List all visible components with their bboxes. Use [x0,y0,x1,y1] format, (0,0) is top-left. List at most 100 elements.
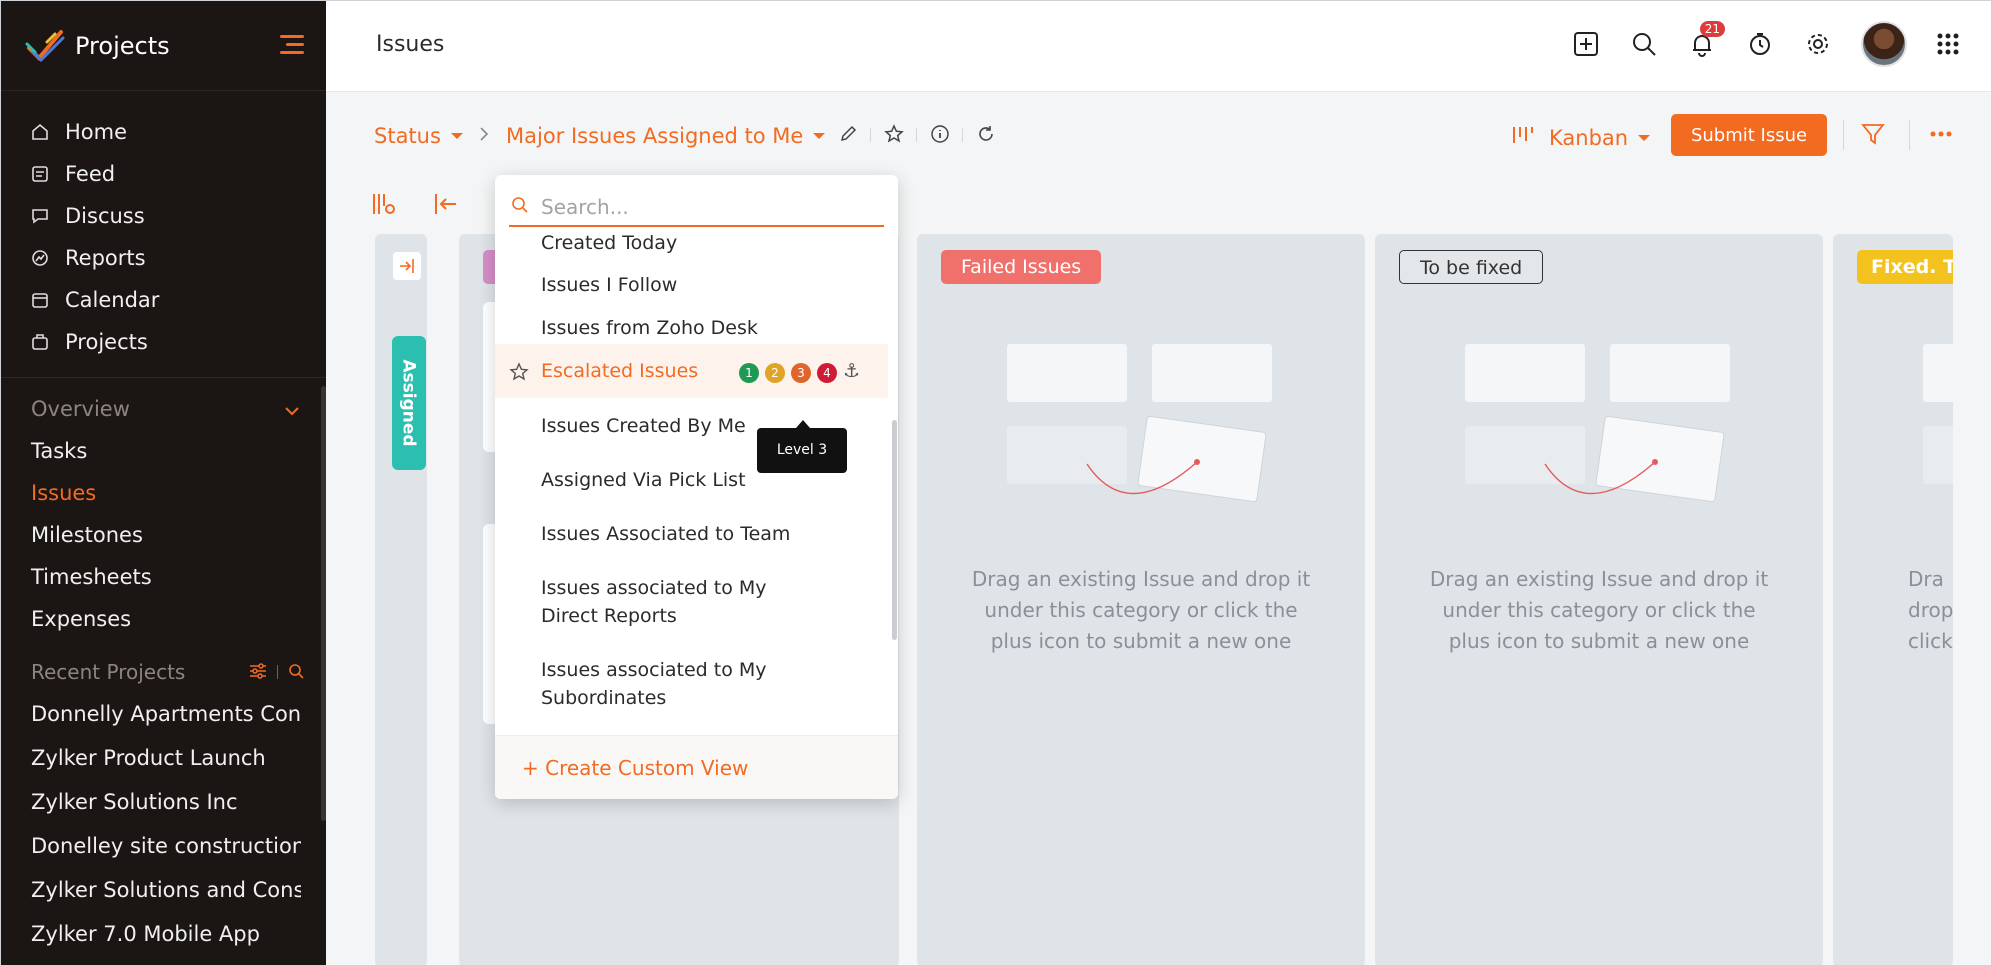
level-3-badge[interactable]: 3 [791,363,811,383]
escalation-levels: 1234 [739,344,843,398]
assigned-status-pill[interactable]: Assigned [392,336,426,470]
layout-switcher[interactable]: Kanban [1511,123,1651,152]
edit-pencil-icon[interactable] [836,122,860,146]
chevron-down-icon [284,397,300,421]
collapsed-column[interactable]: Assigned [375,234,427,965]
status-dropdown[interactable]: Status [374,124,463,148]
sidebar-item-label: Home [65,120,128,144]
anchor-icon[interactable]: ⚓ [843,344,860,398]
recent-project-item[interactable]: Donnelly Apartments Cons [1,692,301,736]
view-list: Created Today Issues I Follow Issues fro… [495,231,898,731]
view-item[interactable]: Issues from Zoho Desk [495,314,888,342]
view-search-input[interactable] [541,195,871,219]
filter-icon[interactable] [1861,122,1885,146]
star-icon[interactable] [509,344,529,398]
sidebar-main-nav: Home Feed Discuss Reports Calendar Proje… [1,91,326,363]
sidebar-item-reports[interactable]: Reports [1,237,326,279]
board-column-fixed: Fixed. T Dra drop click [1833,234,1953,965]
view-search-field[interactable] [509,189,884,227]
kanban-icon [1511,123,1537,152]
view-item[interactable]: Issues Associated to Team [495,520,888,548]
recent-projects-label: Recent Projects [31,660,186,684]
caret-down-icon [1638,134,1651,141]
submit-issue-button[interactable]: Submit Issue [1671,114,1827,156]
sidebar-item-discuss[interactable]: Discuss [1,195,326,237]
column-tag-failed-issues[interactable]: Failed Issues [941,250,1102,284]
recent-project-item[interactable]: Zylker Solutions Inc [1,780,301,824]
recent-project-item[interactable]: Donelley site construction [1,824,301,868]
sidebar-item-label: Calendar [65,288,160,312]
divider [1843,120,1844,150]
sidebar-item-calendar[interactable]: Calendar [1,279,326,321]
recent-project-item[interactable]: Zylker Product Launch [1,736,301,780]
create-custom-view-link[interactable]: + Create Custom View [522,756,748,780]
apps-grid-icon[interactable] [1931,27,1965,61]
level-2-badge[interactable]: 2 [765,363,785,383]
caret-down-icon [450,133,463,139]
feed-icon [29,163,51,185]
view-item[interactable]: Issues associated to My Subordinates [495,656,825,712]
notification-badge: 21 [1699,21,1725,37]
level-4-badge[interactable]: 4 [817,363,837,383]
recent-projects-header: Recent Projects [1,652,326,692]
sidebar-item-milestones[interactable]: Milestones [1,514,326,556]
sidebar-item-projects[interactable]: Projects [1,321,326,363]
home-icon [29,121,51,143]
empty-state-illustration [1465,344,1730,503]
recent-projects-actions [249,660,304,684]
view-item-escalated-issues[interactable]: Escalated Issues 1234 ⚓ [495,344,888,398]
layout-label: Kanban [1549,125,1629,150]
divider [870,128,871,142]
top-header: Issues 21 [326,1,1991,92]
filter-settings-icon[interactable] [249,660,267,684]
view-selector-dropdown[interactable]: Major Issues Assigned to Me [506,124,826,148]
sidebar-item-expenses[interactable]: Expenses [1,598,326,640]
projects-icon [29,331,51,353]
settings-gear-icon[interactable] [1801,27,1835,61]
view-item[interactable]: Issues associated to My Direct Reports [495,574,825,630]
user-avatar[interactable] [1861,21,1907,67]
overview-section-header[interactable]: Overview [1,388,326,430]
divider [277,665,278,679]
empty-state-text: Drag an existing Issue and drop it under… [1429,567,1769,653]
search-icon [511,196,529,218]
board-column-to-be-fixed: To be fixed Drag an existing Issue and d… [1375,234,1823,965]
column-tag-fixed[interactable]: Fixed. T [1857,250,1953,284]
search-icon[interactable] [288,660,304,684]
view-item[interactable]: Issues I Follow [495,271,888,299]
calendar-icon [29,289,51,311]
sidebar-item-timesheets[interactable]: Timesheets [1,556,326,598]
divider [962,128,963,142]
caret-down-icon [813,133,826,139]
search-icon[interactable] [1627,27,1661,61]
sidebar-item-tasks[interactable]: Tasks [1,430,326,472]
expand-column-icon[interactable] [393,252,421,280]
sidebar-item-feed[interactable]: Feed [1,153,326,195]
level-1-badge[interactable]: 1 [739,363,759,383]
sidebar-item-home[interactable]: Home [1,111,326,153]
custom-view-dropdown: Created Today Issues I Follow Issues fro… [495,175,898,799]
reports-icon [29,247,51,269]
view-item[interactable]: Created Today [495,231,888,257]
timer-icon[interactable] [1743,27,1777,61]
recent-project-item[interactable]: Zylker Solutions and Const [1,868,301,912]
sidebar-item-label: Reports [65,246,146,270]
empty-state-illustration [1923,344,1953,402]
status-label: Status [374,124,441,148]
hamburger-menu-icon[interactable] [280,35,304,55]
column-tag-to-be-fixed[interactable]: To be fixed [1399,250,1544,284]
notifications-bell-icon[interactable]: 21 [1685,21,1725,61]
add-icon[interactable] [1569,27,1603,61]
discuss-icon [29,205,51,227]
header-actions: 21 [1545,21,1965,67]
sidebar-item-issues[interactable]: Issues [1,472,326,514]
more-options-icon[interactable] [1929,122,1953,146]
star-icon[interactable] [882,122,906,146]
info-icon[interactable] [928,122,952,146]
chevron-right-icon [472,122,496,146]
refresh-icon[interactable] [974,122,998,146]
board-column-failed-issues: Failed Issues Drag an existing Issue and… [917,234,1365,965]
empty-state-illustration [1923,426,1953,484]
recent-project-item[interactable]: Zylker 7.0 Mobile App [1,912,301,956]
dropdown-scrollbar[interactable] [892,420,897,640]
